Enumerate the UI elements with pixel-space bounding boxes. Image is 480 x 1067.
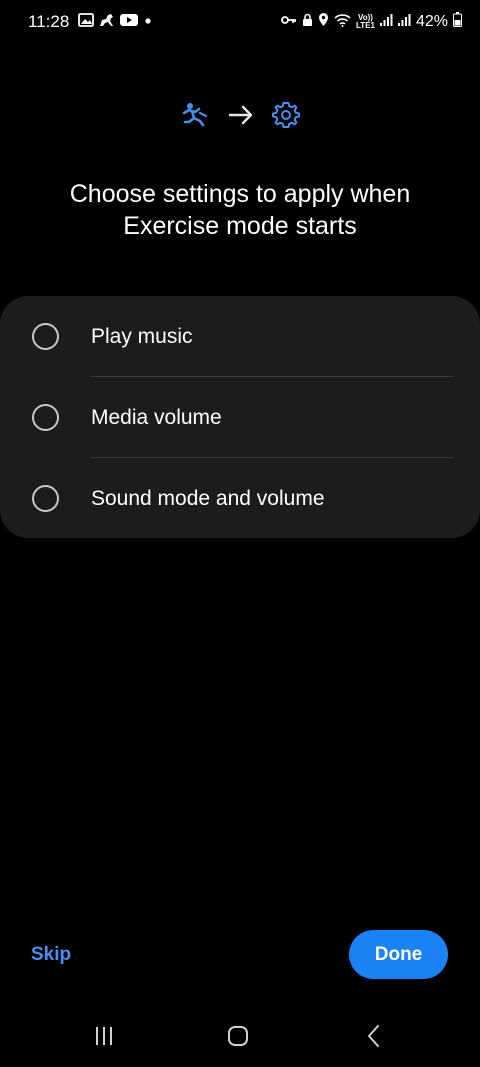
option-play-music[interactable]: Play music: [0, 296, 480, 377]
radio-button[interactable]: [32, 485, 59, 512]
option-sound-mode-and-volume[interactable]: Sound mode and volume: [0, 458, 480, 539]
exercise-icon: [180, 100, 210, 135]
system-navigation-bar: [0, 1005, 480, 1067]
home-icon: [227, 1025, 249, 1052]
radio-button[interactable]: [32, 404, 59, 431]
volte-icon: Vo)) LTE1: [356, 13, 375, 30]
key-icon: [281, 13, 297, 31]
home-button[interactable]: [218, 1023, 258, 1053]
battery-percentage: 42%: [415, 13, 448, 30]
settings-options-card: Play music Media volume Sound mode and v…: [0, 296, 480, 538]
option-media-volume[interactable]: Media volume: [0, 377, 480, 458]
settings-gear-icon: [272, 101, 300, 134]
battery-icon: [453, 12, 462, 32]
status-bar: 11:28 Vo)) LTE1 42%: [0, 0, 480, 44]
done-button[interactable]: Done: [349, 930, 448, 979]
signal-icon: [397, 13, 411, 32]
location-icon: [318, 12, 329, 32]
lock-icon: [302, 13, 313, 32]
youtube-icon: [120, 13, 138, 32]
wifi-icon: [334, 13, 351, 32]
mode-flow-illustration: [0, 100, 480, 135]
radio-button[interactable]: [32, 323, 59, 350]
page-title: Choose settings to apply when Exercise m…: [0, 178, 480, 242]
notification-dot-icon: [142, 13, 154, 32]
option-label: Sound mode and volume: [91, 486, 325, 510]
page-title-line-2: Exercise mode starts: [123, 212, 357, 240]
arrow-right-icon: [228, 104, 254, 131]
gallery-icon: [78, 12, 94, 33]
status-time: 11:28: [28, 12, 70, 31]
page-title-line-1: Choose settings to apply when: [69, 180, 411, 208]
skip-button[interactable]: Skip: [31, 944, 71, 966]
option-label: Media volume: [91, 405, 222, 429]
back-icon: [366, 1024, 382, 1053]
back-button[interactable]: [354, 1023, 394, 1053]
status-system-icons: Vo)) LTE1 42%: [281, 12, 462, 32]
option-label: Play music: [91, 324, 193, 348]
status-notification-icons: [78, 12, 154, 33]
signal-icon: [379, 13, 393, 32]
recents-button[interactable]: [84, 1023, 124, 1053]
horse-icon: [98, 12, 116, 33]
recents-icon: [93, 1025, 115, 1052]
